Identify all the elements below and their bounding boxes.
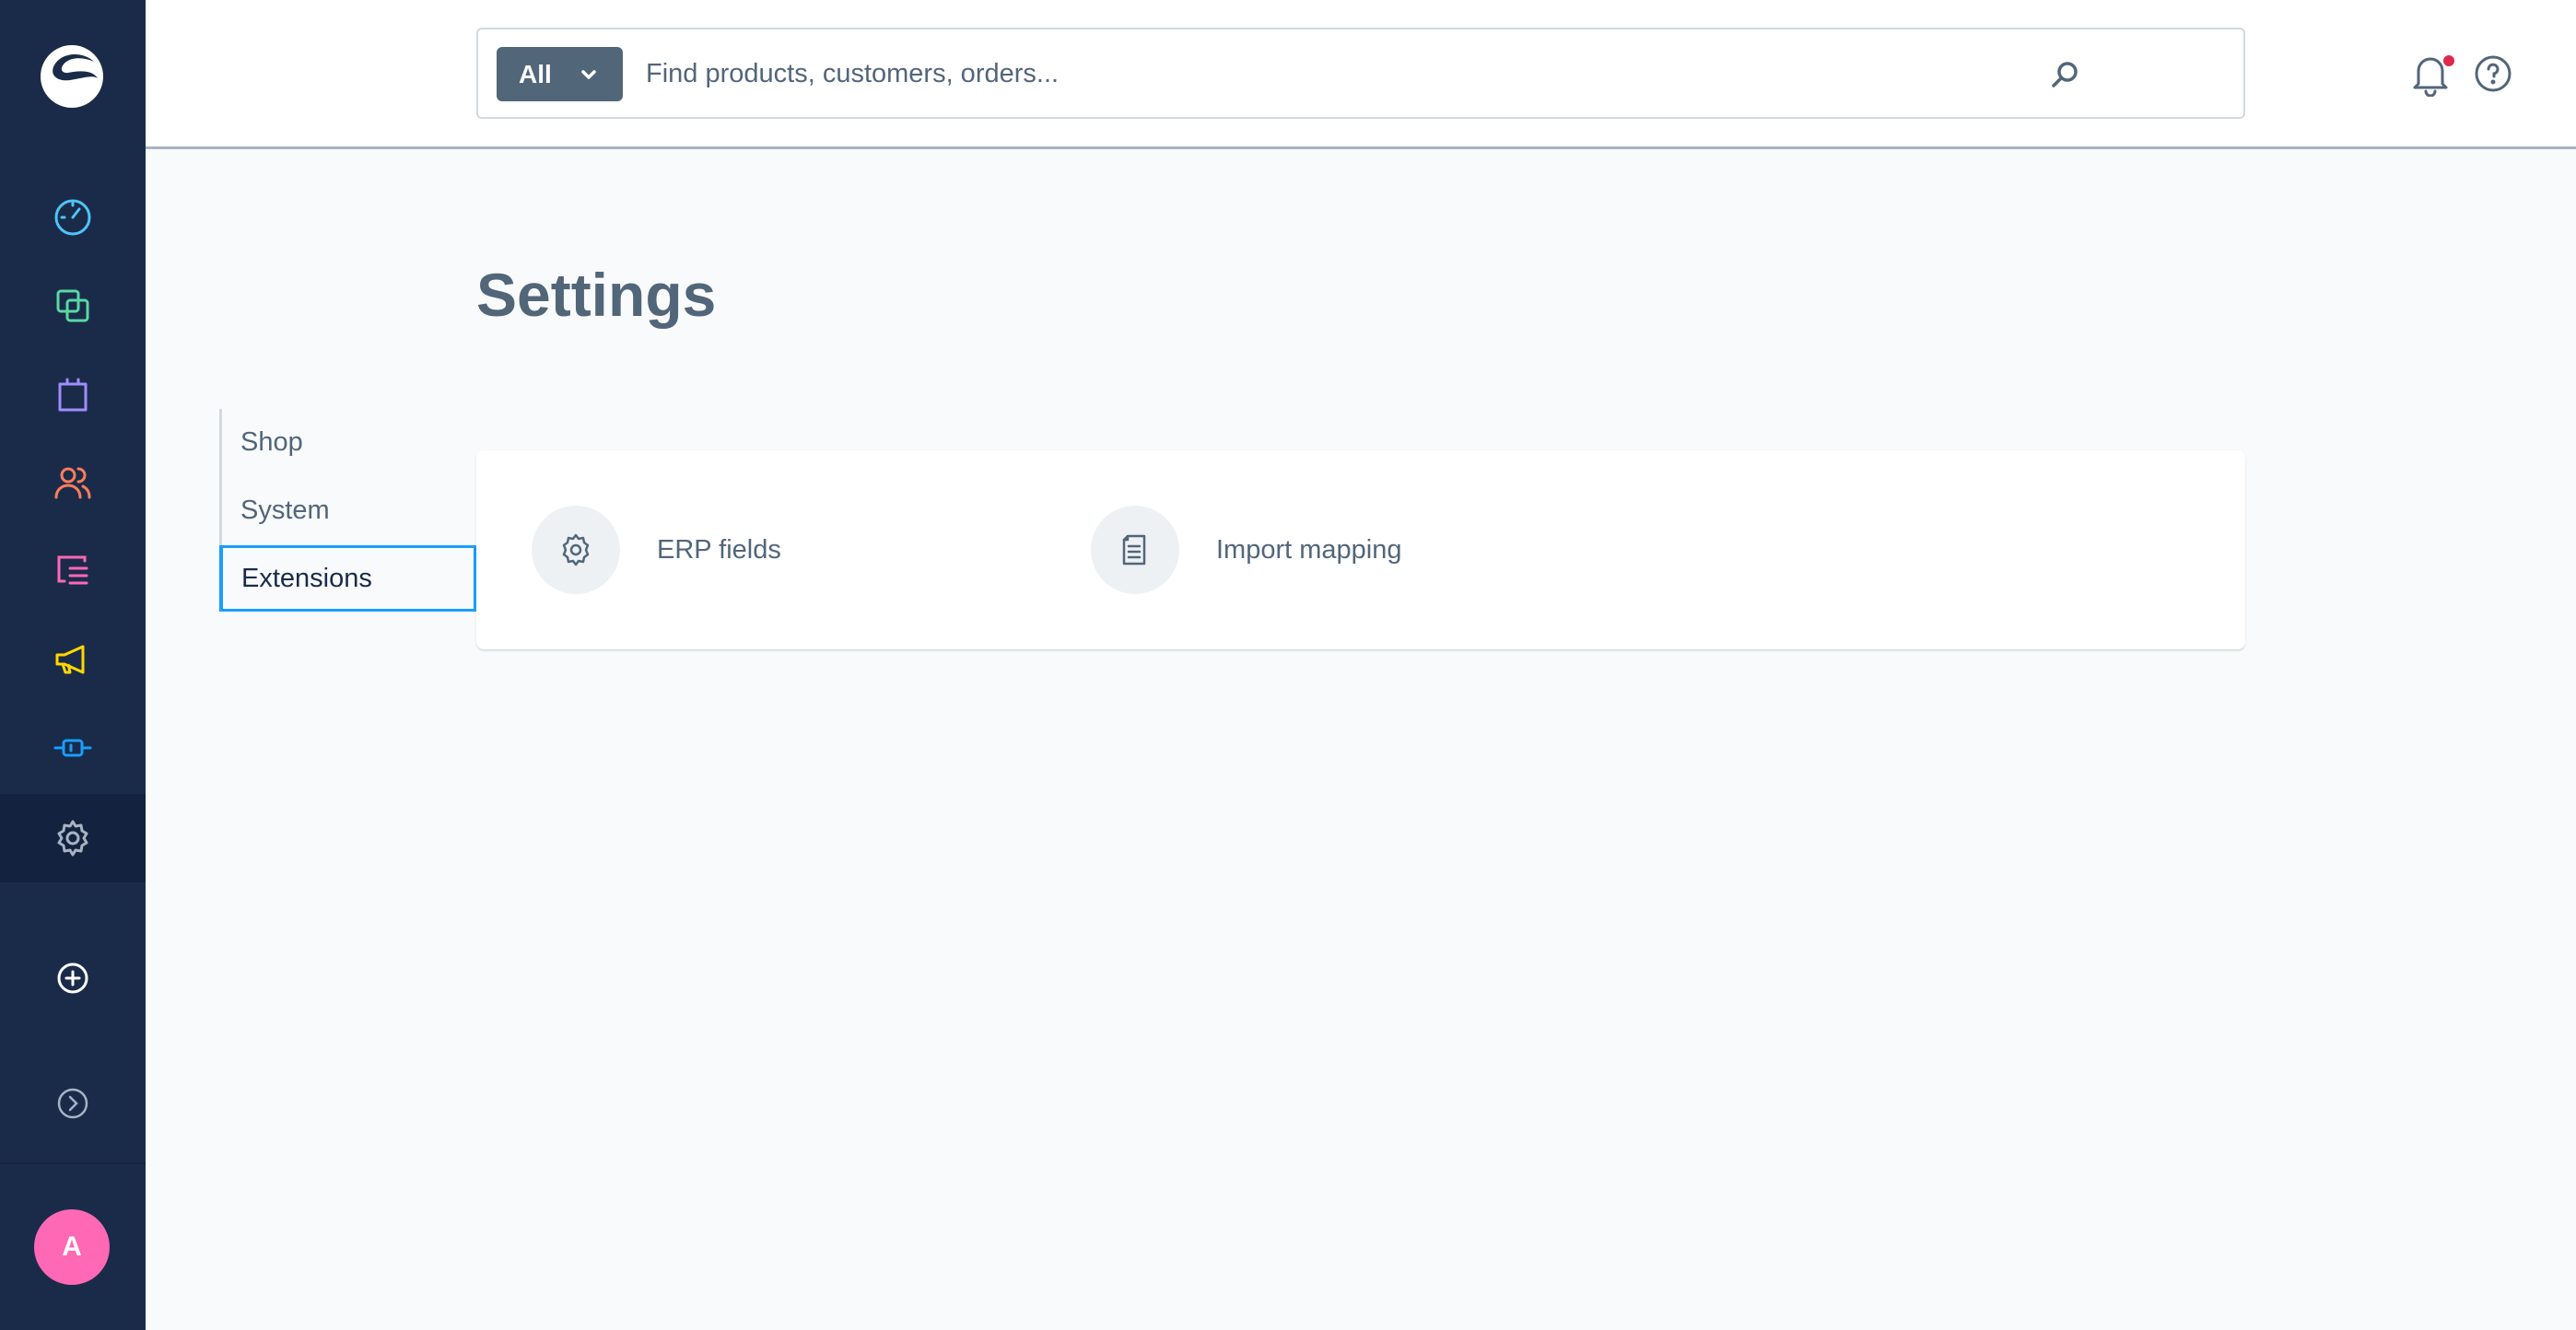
nav-collapse[interactable] [0, 1059, 146, 1148]
erp-fields-link[interactable]: ERP fields [532, 506, 781, 594]
document-icon [1122, 534, 1146, 566]
settings-tab-system[interactable]: System [222, 477, 476, 543]
settings-gear-icon [57, 820, 88, 857]
page-title: Settings [476, 261, 717, 329]
extensions-card: ERP fields Import mapping [476, 450, 2245, 649]
import-mapping-icon-wrap [1091, 506, 1179, 594]
main-content: All Settings Shop System Extensions [146, 0, 2576, 1330]
settings-tab-extensions[interactable]: Extensions [219, 545, 476, 612]
nav-content[interactable] [0, 527, 146, 615]
shopware-logo-icon[interactable] [37, 41, 107, 111]
top-header: All [146, 0, 2576, 149]
megaphone-icon [55, 645, 85, 674]
nav-extensions[interactable] [0, 704, 146, 792]
search-type-dropdown[interactable]: All [497, 47, 623, 101]
customers-icon [54, 467, 91, 499]
nav-orders[interactable] [0, 350, 146, 438]
import-mapping-link[interactable]: Import mapping [1091, 506, 1402, 594]
global-search: All [476, 28, 2245, 119]
search-input[interactable] [646, 48, 2120, 99]
nav-catalogues[interactable] [0, 262, 146, 350]
erp-fields-icon-wrap [532, 506, 620, 594]
notification-badge [2441, 53, 2456, 68]
erp-fields-label: ERP fields [657, 534, 781, 565]
shopping-bag-icon [58, 378, 88, 412]
catalogues-icon [56, 289, 89, 322]
settings-tab-shop[interactable]: Shop [222, 409, 476, 475]
plug-icon [53, 739, 92, 757]
dashboard-gauge-icon [54, 199, 91, 236]
nav-marketing[interactable] [0, 615, 146, 704]
nav-customers[interactable] [0, 438, 146, 527]
nav-dashboard[interactable] [0, 173, 146, 262]
content-icon [57, 555, 88, 585]
help-icon[interactable] [2473, 53, 2513, 94]
plus-circle-icon [57, 962, 88, 994]
nav-add[interactable] [0, 934, 146, 1022]
import-mapping-label: Import mapping [1216, 534, 1402, 565]
chevron-right-circle-icon [57, 1088, 88, 1119]
gear-icon [562, 533, 590, 566]
admin-sidebar: A [0, 0, 146, 1330]
chevron-down-icon [581, 70, 596, 79]
search-type-label: All [519, 59, 552, 88]
user-avatar[interactable]: A [34, 1209, 110, 1285]
search-icon[interactable] [2048, 58, 2081, 91]
nav-settings[interactable] [0, 794, 146, 882]
